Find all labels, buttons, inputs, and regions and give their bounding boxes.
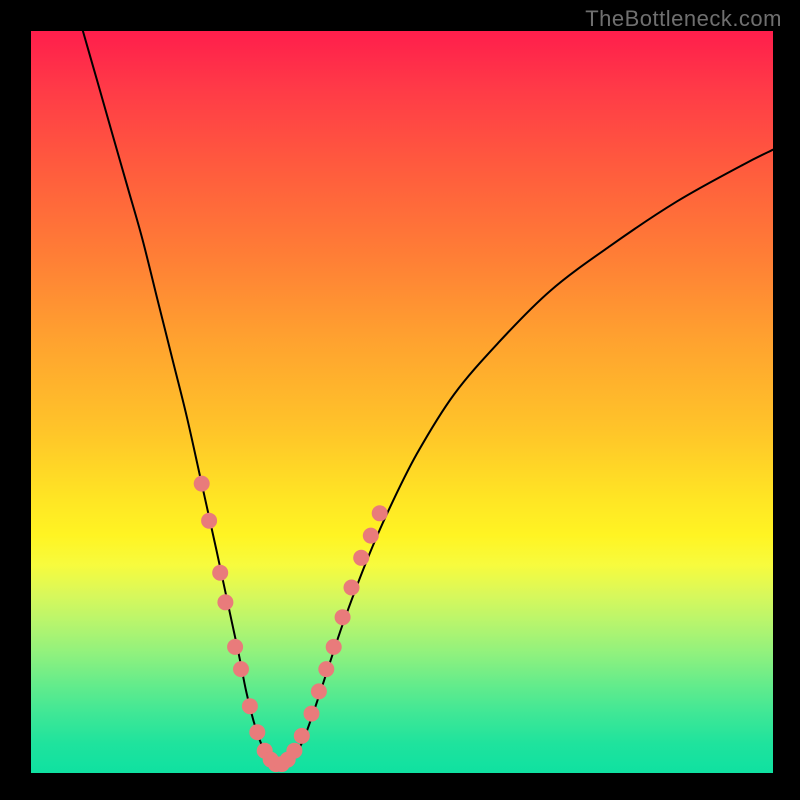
highlight-dot	[372, 505, 388, 521]
highlight-dot	[353, 550, 369, 566]
highlight-dot	[217, 594, 233, 610]
watermark-text: TheBottleneck.com	[585, 6, 782, 32]
highlight-dot	[335, 609, 351, 625]
highlight-dot	[242, 698, 258, 714]
highlight-dot	[194, 476, 210, 492]
chart-svg	[31, 31, 773, 773]
highlight-dot	[318, 661, 334, 677]
highlight-dot	[363, 528, 379, 544]
highlight-dot	[311, 683, 327, 699]
highlight-dot	[212, 565, 228, 581]
highlight-dot	[227, 639, 243, 655]
highlight-dots	[194, 476, 388, 772]
chart-frame: TheBottleneck.com	[0, 0, 800, 800]
plot-area	[31, 31, 773, 773]
highlight-dot	[326, 639, 342, 655]
highlight-dot	[304, 706, 320, 722]
highlight-dot	[201, 513, 217, 529]
bottleneck-curve	[83, 31, 773, 767]
highlight-dot	[344, 580, 360, 596]
highlight-dot	[286, 743, 302, 759]
highlight-dot	[249, 724, 265, 740]
highlight-dot	[294, 728, 310, 744]
highlight-dot	[233, 661, 249, 677]
